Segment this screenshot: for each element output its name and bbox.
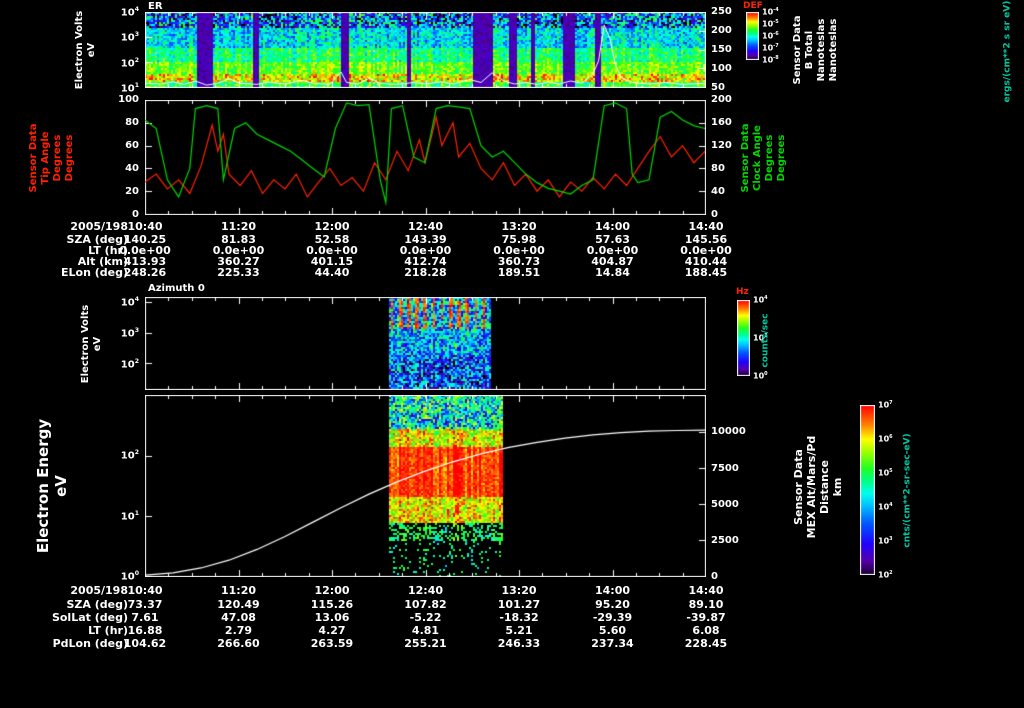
colorbar-tick: 107 — [878, 400, 893, 410]
colorbar1-unit-label: ergs/(cm**2 s sr eV) — [1002, 0, 1013, 102]
annotation-value: 11:20 — [220, 584, 256, 597]
tick-label: 5000 — [711, 499, 739, 510]
annotation-value: 104.62 — [123, 637, 167, 650]
annotation-value: -5.22 — [409, 611, 442, 624]
annotation-value: 47.08 — [221, 611, 256, 624]
panel3-y-axis-label: Electron Volts eV — [80, 304, 103, 384]
annotation-value: 14:40 — [688, 220, 724, 233]
panel1-right-axis-label: Sensor Data B Total Nanoteslas Nanoteslas — [792, 15, 839, 85]
tick-label: 100 — [120, 570, 139, 583]
annotation-value: 14:00 — [594, 220, 630, 233]
tick-label: 0 — [711, 571, 718, 582]
colorbar-tick: 102 — [878, 570, 893, 580]
annotation-value: 120.49 — [217, 598, 260, 611]
tick-label: 40 — [125, 163, 139, 174]
tick-label: 2500 — [711, 535, 739, 546]
panel1-spectrogram-canvas — [145, 12, 706, 88]
annotation-value: 5.21 — [505, 624, 533, 637]
tick-label: 102 — [120, 449, 139, 462]
annotation-value: 263.59 — [310, 637, 354, 650]
annotation-value: 115.26 — [310, 598, 354, 611]
panel2-lineplot-canvas — [145, 100, 706, 215]
panel3-title: Azimuth 0 — [148, 283, 205, 294]
annotation-value: 101.27 — [497, 598, 541, 611]
tick-label: 80 — [125, 117, 139, 128]
tick-label: 100 — [118, 94, 139, 105]
annotation-value: 13:20 — [501, 220, 537, 233]
annotation-value: 248.26 — [123, 266, 167, 279]
annotation-value: 266.60 — [217, 637, 260, 650]
colorbar3 — [737, 300, 750, 376]
panel2-right-axis-label: Sensor Data Clock Angle Degrees Degrees — [740, 123, 787, 193]
annotation-value: 189.51 — [497, 266, 541, 279]
annotation-value: 14.84 — [595, 266, 630, 279]
panel1-y-axis-label: Electron Volts eV — [74, 10, 97, 90]
panel4-y-axis-label: Electron Energy eV — [34, 418, 70, 554]
annotation-value: 5.60 — [598, 624, 627, 637]
figure: ER DEF Azimuth 0 Hz 104 103 102 101 250 200 15… — [0, 0, 1024, 708]
tick-label: 103 — [120, 31, 139, 44]
annotation-value: 2.79 — [224, 624, 253, 637]
annotation-value: 255.21 — [404, 637, 447, 650]
annotation-value: 13:20 — [501, 584, 537, 597]
annotation-value: 14:00 — [594, 584, 630, 597]
annotation-value: 188.45 — [684, 266, 728, 279]
tick-label: 7500 — [711, 463, 739, 474]
annotation-value: 12:40 — [407, 584, 443, 597]
annotation-value: 95.20 — [595, 598, 630, 611]
tick-label: 60 — [125, 140, 139, 151]
panel4-spectrogram-canvas — [145, 395, 706, 577]
tick-label: 101 — [120, 510, 139, 523]
annotation-value: 16.88 — [127, 624, 163, 637]
annotation-value: 107.82 — [404, 598, 447, 611]
annotation-value: 14:40 — [688, 584, 724, 597]
annotation-value: -39.87 — [686, 611, 726, 624]
annotation-value: 12:40 — [407, 220, 443, 233]
panel1-title: ER — [148, 1, 163, 12]
tick-label: 20 — [125, 186, 139, 197]
tick-label: 100 — [711, 63, 732, 74]
annotation-value: 7.61 — [131, 611, 159, 624]
tick-label: 102 — [120, 57, 139, 70]
colorbar4 — [860, 405, 875, 575]
tick-label: 200 — [711, 25, 732, 36]
annotation-value: -18.32 — [499, 611, 539, 624]
colorbar4-unit-label: cnts/(cm**2-sr-sec-eV) — [902, 432, 913, 548]
annotation-value: 89.10 — [688, 598, 724, 611]
annotation-value: 12:00 — [314, 220, 350, 233]
annotation-value: 237.34 — [591, 637, 634, 650]
annotation-value: 12:00 — [314, 584, 350, 597]
annotation-value: 6.08 — [692, 624, 720, 637]
annotation-value: 228.45 — [684, 637, 728, 650]
tick-label: 101 — [120, 82, 139, 95]
tick-label: 104 — [120, 6, 139, 19]
tick-label: 150 — [711, 44, 732, 55]
tick-label: 0 — [132, 209, 139, 220]
annotation-value: 4.81 — [411, 624, 440, 637]
colorbar3-unit-label: counts/sec — [760, 312, 771, 368]
annotation-value: 11:20 — [220, 220, 256, 233]
annotation-value: 218.28 — [404, 266, 447, 279]
colorbar3-title: Hz — [736, 287, 749, 297]
tick-label: 250 — [711, 6, 732, 17]
panel4-right-axis-label: Sensor Data MEX Alt/Mars/Pd Distance km — [792, 435, 844, 539]
annotation-value: 10:40 — [127, 220, 163, 233]
tick-label: 50 — [711, 82, 725, 93]
panel2-left-axis-label: Sensor Data Tip Angle Degrees Degrees — [28, 123, 75, 193]
annotation-value: 10:40 — [127, 584, 163, 597]
annotation-value: 4.27 — [318, 624, 346, 637]
annotation-value: 73.37 — [127, 598, 163, 611]
panel3-spectrogram-canvas — [145, 297, 706, 390]
annotation-value: 225.33 — [217, 266, 260, 279]
annotation-value: 44.40 — [314, 266, 350, 279]
tick-label: 10000 — [711, 426, 746, 437]
annotation-value: 246.33 — [497, 637, 541, 650]
annotation-value: 13.06 — [314, 611, 350, 624]
annotation-value: -29.39 — [592, 611, 633, 624]
